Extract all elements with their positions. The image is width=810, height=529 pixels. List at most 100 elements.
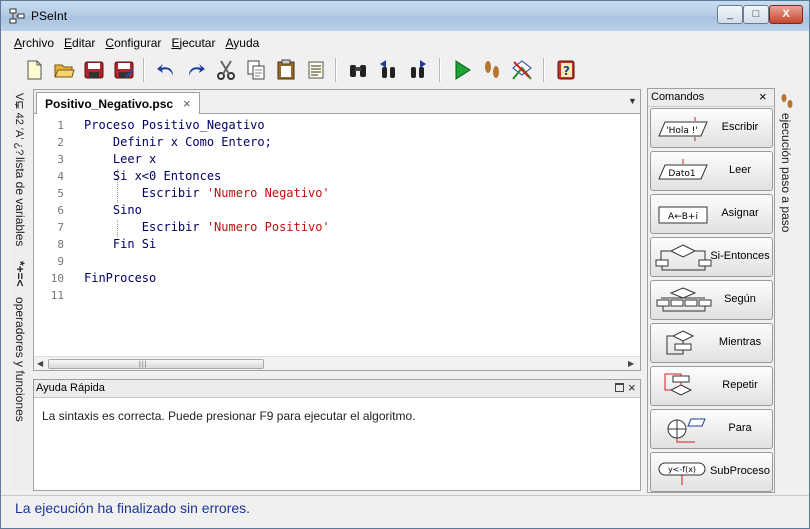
help-icon[interactable]: ? — [553, 57, 579, 83]
minimize-button[interactable]: _ — [717, 5, 743, 24]
operators-glyphs: *+=< — [13, 261, 27, 287]
copy-icon[interactable] — [243, 57, 269, 83]
code-editor[interactable]: 1 Proceso Positivo_Negativo 2 Definir x … — [34, 115, 640, 355]
paste-icon[interactable] — [273, 57, 299, 83]
undo-icon[interactable] — [153, 57, 179, 83]
close-button[interactable]: X — [769, 5, 803, 24]
save-icon[interactable] — [81, 57, 107, 83]
commands-header: Comandos × — [648, 89, 774, 107]
code-line: Escribir 'Numero Positivo' — [84, 220, 330, 234]
close-panel-icon[interactable]: × — [628, 380, 636, 395]
if-then-diamond-icon — [655, 244, 712, 271]
menu-configurar[interactable]: Configurar — [100, 35, 166, 53]
find-next-icon[interactable] — [405, 57, 431, 83]
cut-icon[interactable] — [213, 57, 239, 83]
variables-list-tab[interactable]: lista de variables — [13, 157, 27, 246]
scroll-right-icon[interactable]: ▶ — [628, 359, 634, 368]
scrollbar-grip: ||| — [139, 361, 148, 368]
editor-panel: Positivo_Negativo.psc × ▼ 1 Proceso Posi… — [33, 89, 641, 371]
toolbar: ? — [15, 55, 585, 85]
line-number: 5 — [57, 187, 64, 200]
toolbar-separator — [543, 58, 545, 82]
flowchart-icon[interactable] — [509, 57, 535, 83]
si-entonces-command-button[interactable]: Si-Entonces — [650, 237, 773, 277]
command-label: Mientras — [718, 336, 762, 348]
find-icon[interactable] — [345, 57, 371, 83]
command-label: Asignar — [721, 207, 759, 219]
command-label: Según — [724, 293, 756, 305]
escribir-command-button[interactable]: 'Hola !' Escribir — [650, 108, 773, 148]
redo-icon[interactable] — [183, 57, 209, 83]
tab-list-dropdown-icon[interactable]: ▼ — [628, 96, 637, 106]
open-folder-icon[interactable] — [51, 57, 77, 83]
subproceso-icon-text: y<-f(x) — [668, 465, 696, 474]
commands-title: Comandos — [651, 91, 705, 103]
line-number: 8 — [57, 238, 64, 251]
line-number: 4 — [57, 170, 64, 183]
tab-positivo-negativo[interactable]: Positivo_Negativo.psc × — [36, 92, 200, 114]
status-bar: La ejecución ha finalizado sin errores. — [1, 495, 809, 519]
window-title: PSeInt — [31, 9, 68, 23]
maximize-panel-icon[interactable] — [615, 383, 624, 392]
scrollbar-thumb[interactable]: ||| — [48, 359, 264, 369]
footsteps-icon — [781, 94, 793, 108]
menu-bar: Archivo Editar Configurar Ejecutar Ayuda — [9, 35, 264, 53]
line-number: 3 — [57, 153, 64, 166]
command-label: SubProceso — [710, 465, 770, 477]
line-number: 2 — [57, 136, 64, 149]
maximize-button[interactable]: □ — [743, 5, 769, 24]
mientras-command-button[interactable]: Mientras — [650, 323, 773, 363]
command-label: Si-Entonces — [710, 250, 770, 262]
command-label: Repetir — [722, 379, 758, 391]
run-icon[interactable] — [449, 57, 475, 83]
command-label: Escribir — [721, 121, 759, 133]
operators-functions-tab[interactable]: operadores y funciones — [13, 297, 27, 422]
line-number: 1 — [57, 119, 64, 132]
asignar-command-button[interactable]: A←B+i Asignar — [650, 194, 773, 234]
close-panel-icon[interactable]: × — [759, 89, 767, 104]
step-by-step-icon[interactable] — [479, 57, 505, 83]
edit-list-icon[interactable] — [303, 57, 329, 83]
find-previous-icon[interactable] — [375, 57, 401, 83]
quick-help-header: Ayuda Rápida × — [34, 380, 640, 398]
tab-close-icon[interactable]: × — [183, 96, 191, 111]
quick-help-title: Ayuda Rápida — [36, 382, 105, 394]
code-string: 'Numero Positivo' — [206, 220, 330, 234]
segun-command-button[interactable]: Según — [650, 280, 773, 320]
line-number: 7 — [57, 221, 64, 234]
svg-text:?: ? — [563, 64, 570, 78]
code-line: Si x<0 Entonces — [84, 169, 222, 183]
editor-tab-strip: Positivo_Negativo.psc × ▼ — [34, 90, 640, 114]
assign-box-icon: A←B+i — [658, 206, 708, 224]
switch-case-icon — [656, 287, 712, 312]
new-file-icon[interactable] — [21, 57, 47, 83]
leer-icon-text: Dato1 — [668, 169, 695, 179]
step-by-step-tab[interactable]: ejecución paso a paso — [779, 113, 793, 232]
code-line: Leer x — [84, 152, 157, 166]
pseint-window: PSeInt _ □ X Archivo Editar Configurar E… — [0, 0, 810, 529]
quick-help-message: La sintaxis es correcta. Puede presionar… — [42, 409, 416, 423]
menu-editar[interactable]: Editar — [59, 35, 100, 53]
subproceso-command-button[interactable]: y<-f(x) SubProceso — [650, 452, 773, 492]
title-bar: PSeInt _ □ X — [1, 1, 809, 31]
output-parallelogram-icon: 'Hola !' — [658, 117, 708, 141]
menu-archivo[interactable]: Archivo — [9, 35, 59, 53]
para-command-button[interactable]: Para — [650, 409, 773, 449]
asignar-icon-text: A←B+i — [668, 212, 698, 222]
code-line: Definir x Como Entero; — [84, 135, 272, 149]
scroll-left-icon[interactable]: ◀ — [37, 359, 43, 368]
horizontal-scrollbar[interactable]: ◀ ||| ▶ — [34, 356, 640, 370]
menu-ejecutar[interactable]: Ejecutar — [166, 35, 220, 53]
left-side-strip: V⋤ 42 'A' ¿? lista de variables *+=< ope… — [11, 89, 31, 491]
code-line: FinProceso — [84, 271, 157, 285]
save-as-icon[interactable] — [111, 57, 137, 83]
command-label: Para — [728, 422, 752, 434]
for-loop-icon — [667, 418, 706, 443]
code-string: 'Numero Negativo' — [206, 186, 330, 200]
subprocess-icon: y<-f(x) — [658, 462, 706, 485]
leer-command-button[interactable]: Dato1 Leer — [650, 151, 773, 191]
repeat-loop-icon — [664, 373, 693, 396]
input-parallelogram-icon: Dato1 — [658, 159, 708, 180]
repetir-command-button[interactable]: Repetir — [650, 366, 773, 406]
menu-ayuda[interactable]: Ayuda — [220, 35, 264, 53]
